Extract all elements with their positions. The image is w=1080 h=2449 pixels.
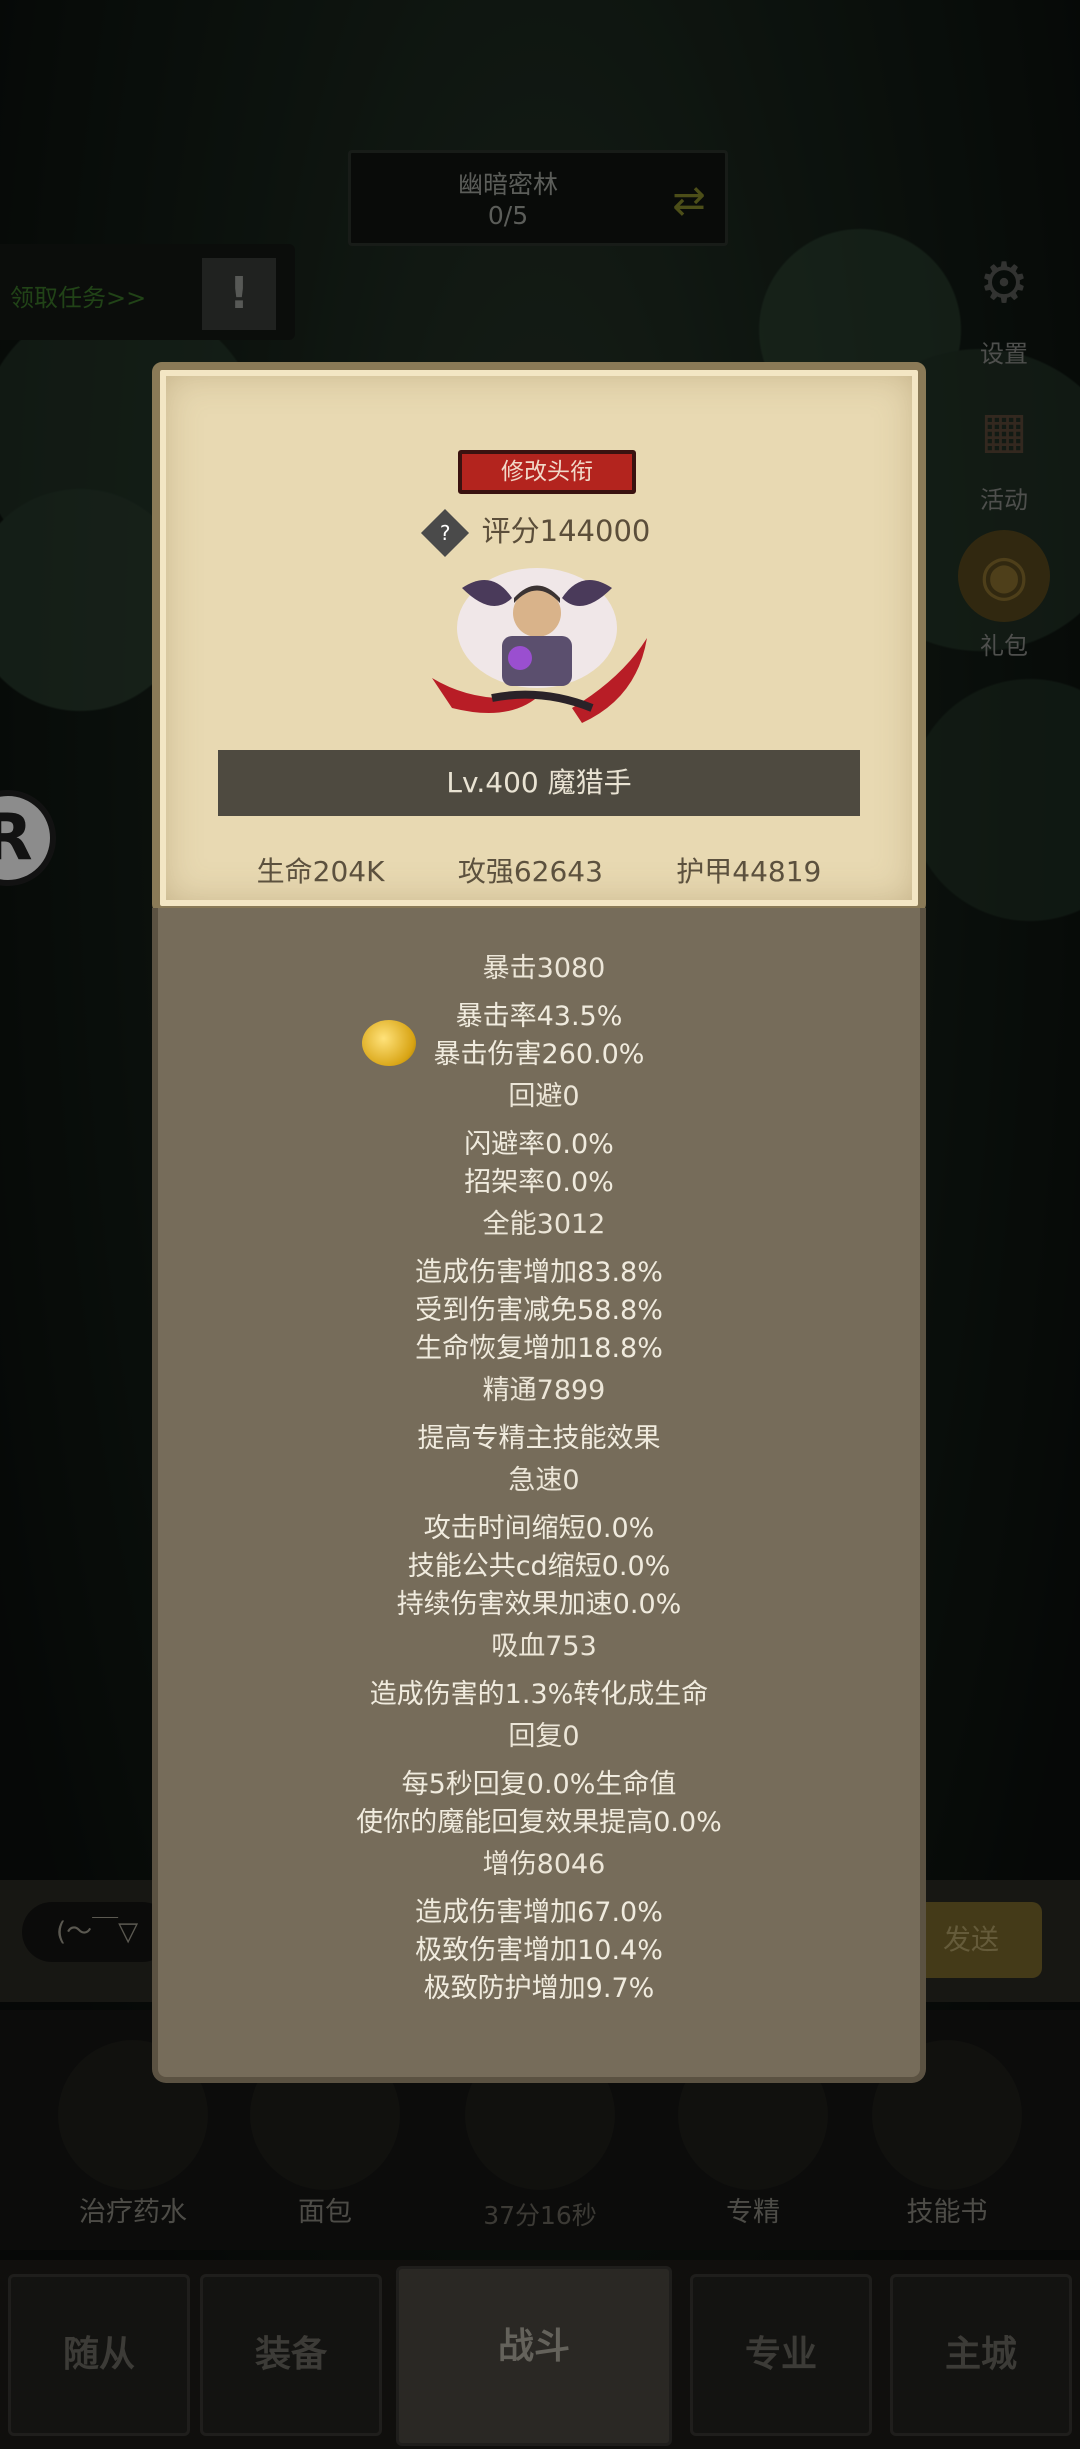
stat-line: 暴击伤害260.0%	[433, 1039, 645, 1070]
stat-line: 闪避率0.0%	[464, 1129, 614, 1160]
stat-line: 受到伤害减免58.8%	[415, 1295, 663, 1326]
stat-line: 暴击率43.5%	[455, 1001, 623, 1032]
stat-line: 攻击时间缩短0.0%	[423, 1513, 655, 1544]
stat-line: 极致伤害增加10.4%	[415, 1935, 663, 1966]
stat-line: 招架率0.0%	[464, 1167, 614, 1198]
stat-line: 造成伤害的1.3%转化成生命	[369, 1679, 709, 1710]
edit-title-button[interactable]: 修改头衔	[458, 450, 636, 494]
stat-line: 提高专精主技能效果	[417, 1423, 661, 1454]
stat-header-dodge: 回避0	[276, 1074, 812, 1120]
stat-header-crit: 暴击3080	[276, 946, 812, 992]
hp-stat: 生命204K	[256, 855, 385, 888]
character-card: 修改头衔 ? 评分144000 Lv.400 魔猎手 生命204K 攻强62643…	[152, 362, 926, 914]
stat-line: 造成伤害增加67.0%	[415, 1897, 663, 1928]
hero-avatar	[432, 568, 647, 723]
stat-line: 使你的魔能回复效果提高0.0%	[356, 1807, 722, 1838]
stat-line: 每5秒回复0.0%生命值	[401, 1769, 677, 1800]
help-icon[interactable]: ?	[420, 508, 469, 558]
score: ? 评分144000	[160, 508, 918, 558]
stat-line: 持续伤害效果加速0.0%	[396, 1589, 682, 1620]
stat-line: 造成伤害增加83.8%	[415, 1257, 663, 1288]
stat-header-versatility: 全能3012	[276, 1202, 812, 1248]
core-stats: 生命204K 攻强62643 护甲44819	[160, 850, 918, 890]
stat-header-haste: 急速0	[276, 1458, 812, 1504]
attack-stat: 攻强62643	[457, 855, 603, 888]
stat-header-mastery: 精通7899	[276, 1368, 812, 1414]
armor-stat: 护甲44819	[676, 855, 822, 888]
stat-line: 技能公共cd缩短0.0%	[407, 1551, 671, 1582]
stat-line: 生命恢复增加18.8%	[415, 1333, 663, 1364]
stats-panel: 暴击3080 暴击率43.5% 暴击伤害260.0% 回避0 闪避率0.0% 招…	[152, 908, 926, 2083]
stat-line: 极致防护增加9.7%	[423, 1973, 655, 2004]
stat-header-damage-bonus: 增伤8046	[276, 1842, 812, 1888]
stat-header-regen: 回复0	[276, 1714, 812, 1760]
level-name-bar: Lv.400 魔猎手	[218, 750, 860, 816]
stat-header-lifesteal: 吸血753	[276, 1624, 812, 1670]
